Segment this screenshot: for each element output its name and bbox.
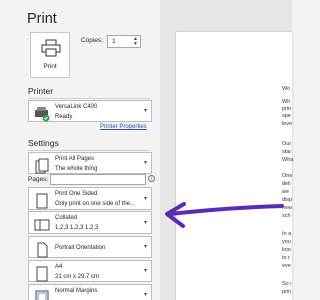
printer-status: Ready (55, 114, 73, 120)
preview-text-line: to r (282, 255, 290, 261)
preview-text-line: kno (282, 247, 291, 253)
setting-line1: A4 (55, 264, 63, 270)
info-icon[interactable]: i (148, 175, 155, 182)
pages-label: Pages: (28, 176, 49, 183)
printer-select[interactable]: VersaLink C400 Ready ▾ (28, 100, 152, 122)
pages-range-select[interactable]: Print All Pages The whole thing ▾ (28, 152, 152, 174)
portrait-icon (37, 242, 48, 258)
printer-ready-icon (35, 107, 50, 122)
collation-select[interactable]: Collated 1,2,3 1,2,3 1,2,3 ▾ (28, 211, 152, 234)
preview-text-line: deli (282, 181, 291, 187)
chevron-down-icon: ▾ (143, 292, 147, 298)
setting-line1: Portrait Orientation (55, 245, 106, 251)
preview-text-line: star (282, 149, 292, 155)
preview-text-line: prin (282, 106, 292, 112)
preview-text-line: So i (282, 281, 292, 287)
preview-text-line: Wha (282, 157, 294, 163)
pages-input[interactable] (50, 174, 146, 185)
chevron-down-icon: ▾ (143, 108, 147, 114)
setting-line2: Only print on one side of the... (55, 201, 136, 207)
chevron-down-icon: ▾ (143, 219, 147, 226)
divider (28, 150, 150, 151)
preview-text-line: prin (282, 289, 292, 295)
preview-text-line: we (282, 189, 290, 195)
preview-text-line: disp (282, 197, 293, 203)
preview-text-line: One (282, 173, 293, 179)
preview-text-line: Wh (282, 99, 291, 105)
divider (28, 98, 150, 99)
setting-line2: 21 cm x 29.7 cm (55, 274, 100, 280)
preview-text-line: leve (282, 121, 293, 127)
margins-icon (35, 290, 49, 300)
chevron-down-icon: ▾ (143, 160, 147, 166)
preview-text-line: In a (282, 231, 292, 237)
settings-heading: Settings (28, 138, 59, 148)
margins-select[interactable]: Normal Margins ▾ (28, 284, 152, 300)
print-settings-panel: Print Print Copies: 1 ▲ ▼ Printer VersaLi… (0, 0, 160, 300)
one-sided-icon (36, 193, 48, 209)
preview-text-line: you (282, 239, 291, 245)
printer-heading: Printer (28, 86, 54, 96)
chevron-down-icon: ▾ (143, 244, 147, 250)
orientation-select[interactable]: Portrait Orientation ▾ (28, 236, 152, 258)
copies-label: Copies: (81, 37, 104, 44)
setting-line1: Print All Pages (55, 156, 95, 162)
print-button-label: Print (43, 63, 57, 70)
chevron-down-icon: ▾ (143, 195, 147, 202)
setting-line1: Print One Sided (55, 191, 98, 197)
collated-icon (34, 219, 50, 231)
preview-text-line: eve (282, 263, 291, 269)
print-button[interactable]: Print (30, 32, 70, 78)
printer-name: VersaLink C400 (55, 104, 98, 110)
sides-select[interactable]: Print One Sided Only print on one side o… (28, 187, 152, 210)
preview-text-line: Our (282, 141, 292, 147)
preview-text-line: spe (282, 113, 291, 119)
pages-icon (35, 158, 49, 174)
printer-icon (41, 39, 61, 57)
preview-text-line: Wo (282, 86, 291, 92)
preview-text-line: sch (282, 213, 291, 219)
preview-text-line: new (282, 205, 293, 211)
preview-page (176, 32, 292, 300)
paper-size-icon (36, 266, 48, 282)
copies-stepper[interactable]: 1 ▲ ▼ (107, 35, 141, 48)
stepper-arrows-icon[interactable]: ▲ ▼ (133, 37, 138, 47)
setting-line1: Normal Margins (55, 288, 98, 294)
chevron-down-icon: ▾ (143, 268, 147, 274)
setting-line1: Collated (55, 215, 78, 221)
setting-line2: 1,2,3 1,2,3 1,2,3 (55, 225, 99, 231)
paper-size-select[interactable]: A4 21 cm x 29.7 cm ▾ (28, 260, 152, 282)
page-title: Print (27, 11, 57, 27)
printer-properties-link[interactable]: Printer Properties (100, 124, 147, 130)
copies-value: 1 (112, 38, 116, 45)
setting-line2: The whole thing (55, 166, 98, 172)
